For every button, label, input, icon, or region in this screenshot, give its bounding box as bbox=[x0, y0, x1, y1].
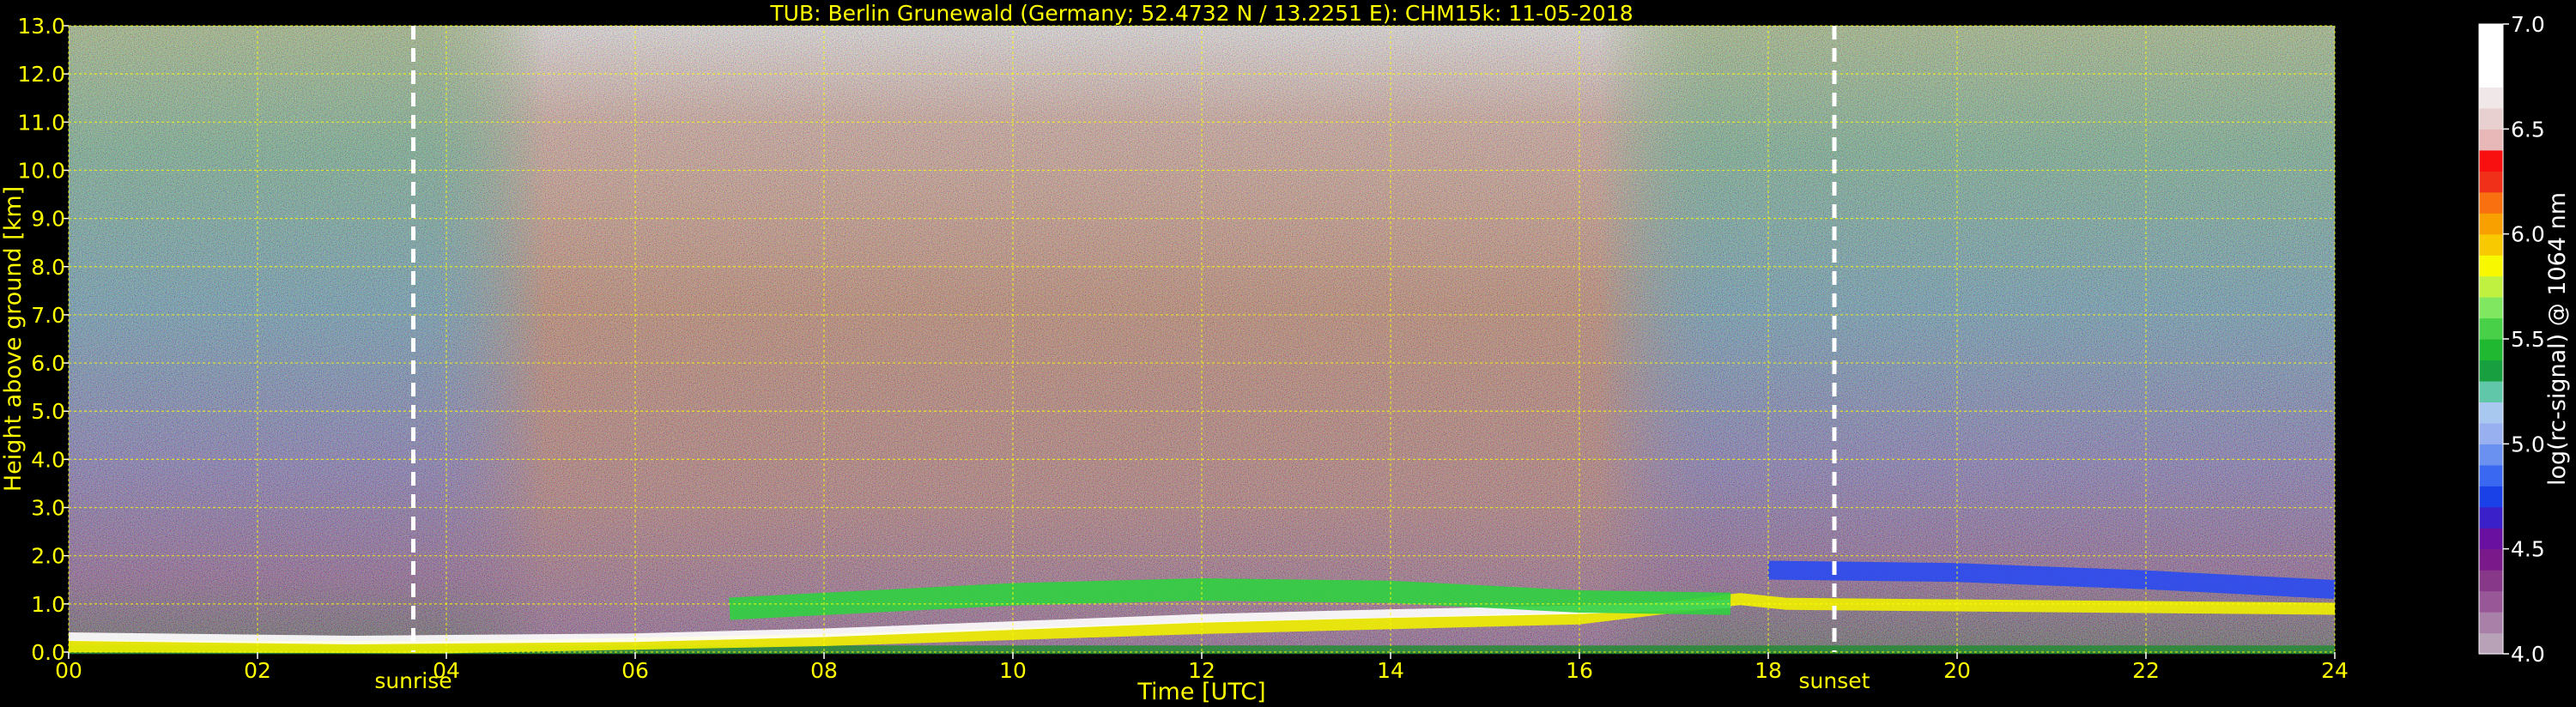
x-tick-label-1: 02 bbox=[244, 658, 271, 683]
y-tick-label-12: 12.0 bbox=[17, 62, 65, 87]
y-tick-label-1: 1.0 bbox=[31, 592, 65, 617]
x-tick-label-3: 06 bbox=[621, 658, 649, 683]
sunset-label: sunset bbox=[1799, 668, 1870, 693]
y-tick-label-4: 4.0 bbox=[31, 447, 65, 472]
x-tick-label-7: 14 bbox=[1377, 658, 1404, 683]
colorbar-tick-label-0: 4.0 bbox=[2511, 642, 2545, 667]
colorbar-segment-0 bbox=[2479, 632, 2503, 655]
colorbar-segment-8 bbox=[2479, 464, 2503, 486]
colorbar-segment-22 bbox=[2479, 171, 2503, 193]
y-tick-label-5: 5.0 bbox=[31, 399, 65, 424]
colorbar-tick-label-3: 5.5 bbox=[2511, 327, 2545, 352]
colorbar-segment-2 bbox=[2479, 590, 2503, 613]
colorbar-segment-28 bbox=[2479, 45, 2503, 67]
x-tick-label-12: 24 bbox=[2321, 658, 2349, 683]
chart-title: TUB: Berlin Grunewald (Germany; 52.4732 … bbox=[769, 1, 1633, 26]
colorbar-segment-21 bbox=[2479, 191, 2503, 214]
sunrise-label: sunrise bbox=[374, 668, 452, 693]
colorbar-segment-20 bbox=[2479, 213, 2503, 235]
colorbar-segment-9 bbox=[2479, 444, 2503, 466]
colorbar-segment-1 bbox=[2479, 612, 2503, 634]
colorbar-segment-6 bbox=[2479, 506, 2503, 529]
colorbar-segment-14 bbox=[2479, 339, 2503, 361]
colorbar-segment-29 bbox=[2479, 24, 2503, 46]
x-tick-label-9: 18 bbox=[1755, 658, 1782, 683]
colorbar-segment-17 bbox=[2479, 275, 2503, 298]
colorbar-segment-4 bbox=[2479, 548, 2503, 571]
colorbar-tick-label-6: 7.0 bbox=[2511, 12, 2545, 37]
x-tick-label-10: 20 bbox=[1943, 658, 1971, 683]
colorbar-segment-18 bbox=[2479, 255, 2503, 277]
y-tick-label-2: 2.0 bbox=[31, 544, 65, 569]
colorbar-segment-3 bbox=[2479, 570, 2503, 592]
colorbar-tick-label-1: 4.5 bbox=[2511, 537, 2545, 562]
y-axis-label: Height above ground [km] bbox=[0, 186, 27, 492]
colorbar-segment-10 bbox=[2479, 422, 2503, 444]
y-tick-label-0: 0.0 bbox=[31, 640, 65, 665]
colorbar-tick-label-2: 5.0 bbox=[2511, 432, 2545, 456]
colorbar-segment-24 bbox=[2479, 129, 2503, 151]
colorbar-tick-label-4: 6.0 bbox=[2511, 222, 2545, 247]
colorbar-segment-11 bbox=[2479, 402, 2503, 424]
colorbar-segment-25 bbox=[2479, 107, 2503, 130]
colorbar-segment-19 bbox=[2479, 233, 2503, 256]
x-tick-label-4: 08 bbox=[810, 658, 838, 683]
colorbar: 4.0 4.5 5.0 5.5 6.0 6.5 7.0 bbox=[2478, 12, 2545, 667]
y-tick-label-9: 9.0 bbox=[31, 207, 65, 232]
plot-area bbox=[68, 25, 2336, 655]
y-tick-label-11: 11.0 bbox=[17, 110, 65, 135]
colorbar-label: log(rc-signal) @ 1064 nm bbox=[2544, 192, 2571, 486]
colorbar-segment-7 bbox=[2479, 486, 2503, 508]
y-tick-label-6: 6.0 bbox=[31, 351, 65, 376]
colorbar-segment-26 bbox=[2479, 87, 2503, 109]
colorbar-segment-16 bbox=[2479, 297, 2503, 319]
colorbar-segment-13 bbox=[2479, 360, 2503, 382]
x-axis-label: Time [UTC] bbox=[1136, 679, 1265, 705]
colorbar-segment-15 bbox=[2479, 317, 2503, 340]
y-tick-label-7: 7.0 bbox=[31, 303, 65, 328]
colorbar-segment-23 bbox=[2479, 149, 2503, 172]
x-tick-label-8: 16 bbox=[1566, 658, 1593, 683]
y-tick-label-13: 13.0 bbox=[17, 14, 65, 39]
y-tick-label-8: 8.0 bbox=[31, 255, 65, 280]
colorbar-segment-5 bbox=[2479, 528, 2503, 550]
y-tick-label-10: 10.0 bbox=[17, 158, 65, 183]
y-tick-label-3: 3.0 bbox=[31, 496, 65, 521]
chm15k-backscatter-figure: TUB: Berlin Grunewald (Germany; 52.4732 … bbox=[0, 1, 2571, 705]
x-tick-label-11: 22 bbox=[2132, 658, 2160, 683]
x-tick-label-5: 10 bbox=[999, 658, 1027, 683]
colorbar-tick-label-5: 6.5 bbox=[2511, 117, 2545, 142]
colorbar-segment-27 bbox=[2479, 65, 2503, 88]
colorbar-segment-12 bbox=[2479, 380, 2503, 402]
